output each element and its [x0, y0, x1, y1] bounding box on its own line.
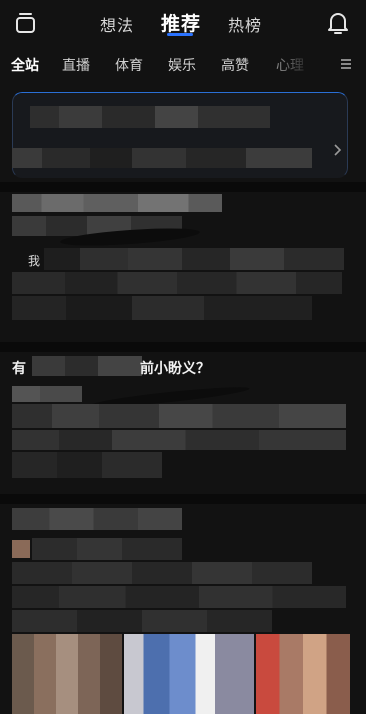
channel-live[interactable]: 直播	[62, 55, 90, 75]
feed-card[interactable]: 我	[0, 192, 366, 342]
card-divider	[0, 342, 366, 352]
blurred-block	[32, 538, 182, 560]
channel-sports[interactable]: 体育	[115, 55, 143, 75]
blurred-block	[12, 272, 342, 294]
tab-recommend[interactable]: 推荐	[161, 9, 201, 36]
feed-list: 我 有 前小盼义？	[0, 84, 366, 714]
channel-fade-mask	[254, 50, 334, 80]
blurred-block	[12, 508, 182, 530]
menu-icon[interactable]	[340, 58, 352, 70]
card-title-end: 前小盼义？	[140, 361, 210, 377]
blurred-block	[12, 562, 312, 584]
feed-card[interactable]	[0, 504, 366, 714]
active-tab-indicator	[167, 33, 193, 36]
blurred-block	[12, 430, 346, 450]
drafts-stack-icon[interactable]	[15, 12, 37, 34]
thumbnail-image[interactable]	[256, 634, 350, 714]
blurred-block	[30, 106, 270, 128]
channel-bar: 全站 直播 体育 娱乐 高赞 心理	[0, 50, 366, 80]
card-snippet-fragment: 我	[28, 254, 41, 268]
blurred-block	[12, 194, 222, 212]
card-title-start: 有	[12, 361, 26, 377]
blurred-block	[32, 356, 142, 376]
bell-icon[interactable]	[327, 11, 349, 35]
blurred-block	[12, 148, 312, 168]
blurred-block	[44, 248, 344, 270]
blurred-block	[12, 586, 346, 608]
top-navigation-bar: 想法 推荐 热榜	[0, 0, 366, 46]
channel-top-rated[interactable]: 高赞	[221, 55, 249, 75]
card-divider	[0, 494, 366, 504]
blurred-block	[12, 610, 272, 632]
blurred-block	[12, 452, 162, 478]
feed-card[interactable]: 有 前小盼义？	[0, 352, 366, 492]
blurred-block	[12, 386, 82, 402]
chevron-right-icon[interactable]	[334, 144, 342, 156]
thumbnail-image[interactable]	[124, 634, 254, 714]
channel-entertainment[interactable]: 娱乐	[168, 55, 196, 75]
tab-ideas[interactable]: 想法	[100, 12, 134, 36]
promo-banner[interactable]	[12, 92, 348, 178]
card-divider	[0, 182, 366, 192]
avatar	[12, 540, 30, 558]
thumbnail-image[interactable]	[12, 634, 122, 714]
channel-all[interactable]: 全站	[11, 55, 39, 75]
tab-hot-list[interactable]: 热榜	[228, 12, 262, 36]
blurred-block	[12, 404, 346, 428]
blurred-block	[12, 296, 312, 320]
